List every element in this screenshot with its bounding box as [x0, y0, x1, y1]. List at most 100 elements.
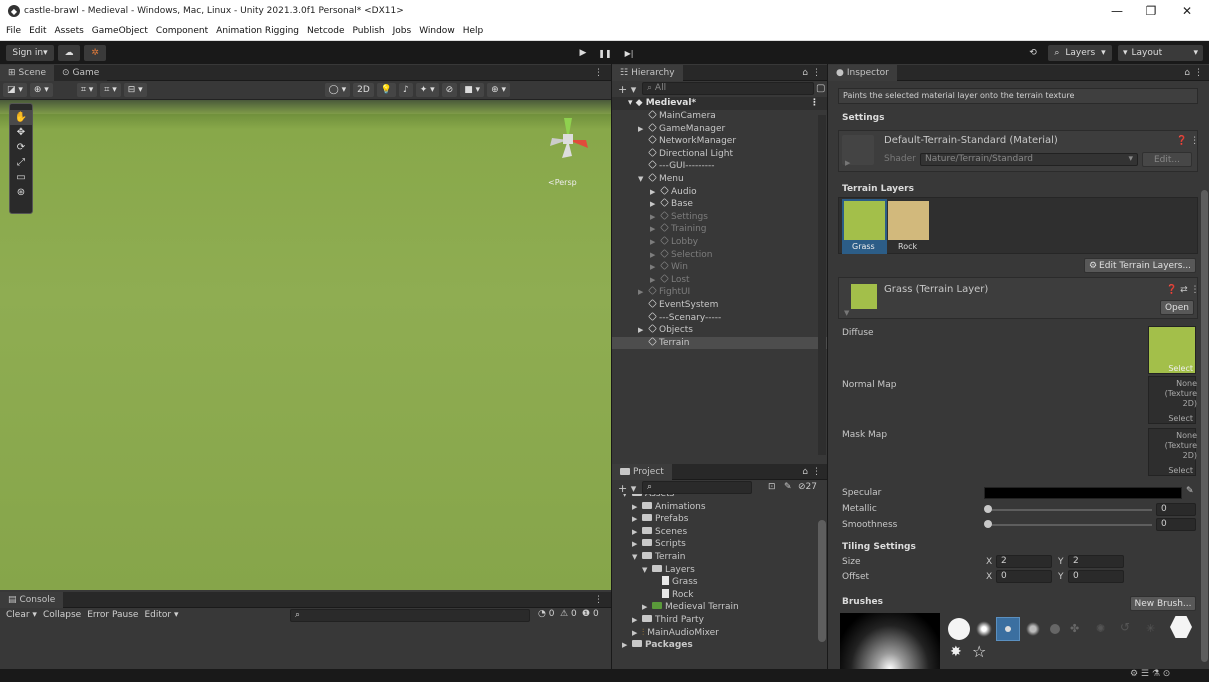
collapse-arrow-icon[interactable]: ▶ [650, 249, 660, 262]
expand-arrow-icon[interactable]: ▼ [632, 551, 642, 564]
expand-arrow-icon[interactable]: ▼ [642, 564, 652, 577]
brush-option-9[interactable]: ✳ [1146, 622, 1155, 635]
hierarchy-item[interactable]: ▼ Menu [612, 173, 827, 186]
brush-star[interactable]: ☆ [972, 642, 986, 661]
collapse-arrow-icon[interactable]: ▶ [642, 601, 652, 614]
brush-circle-soft[interactable] [976, 621, 992, 637]
perspective-label[interactable]: <Persp [548, 178, 577, 187]
step-button[interactable]: ▶| [618, 45, 640, 61]
smoothness-slider[interactable] [986, 524, 1152, 526]
audio-toggle-icon[interactable]: ♪ [398, 83, 413, 97]
more-options-icon[interactable]: ⋮ [812, 68, 821, 78]
hierarchy-item[interactable]: ▶ Selection [612, 248, 827, 262]
hierarchy-item[interactable]: Directional Light [612, 147, 827, 161]
normal-map-slot[interactable]: None (Texture 2D) Select [1148, 376, 1197, 424]
move-tool-icon[interactable]: ✥ [10, 125, 32, 140]
shader-dropdown[interactable]: Nature/Terrain/Standard ▾ [920, 153, 1138, 166]
layers-dropdown[interactable]: ⌕ Layers ▾ [1048, 45, 1112, 61]
layer-options-icon[interactable]: ❓ ⇄ ⋮ [1166, 285, 1199, 295]
hierarchy-item[interactable]: ▶ Settings [612, 210, 827, 224]
size-y-field[interactable]: 2 [1068, 555, 1124, 568]
offset-x-field[interactable]: 0 [996, 570, 1052, 583]
rotate-tool-icon[interactable]: ⟳ [10, 140, 32, 155]
camera-dropdown[interactable]: ■ ▾ [460, 83, 485, 97]
project-search-input[interactable]: ⌕ [642, 481, 752, 494]
hierarchy-item[interactable]: NetworkManager [612, 135, 827, 148]
warning-count[interactable]: ⚠ 0 [560, 609, 577, 619]
transform-tool-icon[interactable]: ⊛ [10, 185, 32, 200]
project-item[interactable]: ▶ ⫶ MainAudioMixer [612, 627, 817, 640]
error-pause-button[interactable]: Error Pause [87, 610, 138, 620]
brush-option-5[interactable] [1050, 624, 1060, 634]
layer-rock[interactable]: Rock [888, 199, 930, 254]
open-button[interactable]: Open [1160, 300, 1194, 315]
gizmos-dropdown[interactable]: ⊕ ▾ [487, 83, 510, 97]
scene-root-row[interactable]: ▾ ◆ Medieval* ⋮ [612, 97, 827, 110]
project-scrollbar[interactable] [818, 520, 826, 642]
layout-dropdown[interactable]: ▾ Layout ▾ [1118, 45, 1203, 61]
history-icon[interactable]: ⟲ [1022, 45, 1044, 61]
menu-help[interactable]: Help [463, 26, 484, 36]
create-button[interactable]: + ▾ [618, 482, 636, 495]
hierarchy-item[interactable]: ▶ Lost [612, 273, 827, 287]
collapse-arrow-icon[interactable]: ▶ [622, 639, 632, 652]
pause-button[interactable]: ❚❚ [596, 45, 614, 61]
hierarchy-scrollbar[interactable] [818, 115, 826, 455]
inspector-scrollbar[interactable] [1201, 190, 1208, 662]
sign-in-button[interactable]: Sign in ▾ [6, 45, 54, 61]
material-name[interactable]: Default-Terrain-Standard (Material) [884, 135, 1058, 146]
edit-shader-button[interactable]: Edit... [1142, 152, 1192, 167]
collapse-arrow-icon[interactable]: ▶ [632, 513, 642, 526]
menu-file[interactable]: File [6, 26, 21, 36]
metallic-value[interactable]: 0 [1156, 503, 1196, 516]
orientation-gizmo-icon[interactable] [544, 112, 592, 164]
project-item[interactable]: ▼ Terrain [612, 551, 817, 564]
tab-hierarchy[interactable]: ☷ Hierarchy [612, 64, 683, 81]
brush-circle-hard[interactable] [948, 618, 970, 640]
menu-window[interactable]: Window [419, 26, 455, 36]
brush-selected[interactable] [996, 617, 1020, 641]
clear-button[interactable]: Clear ▾ [6, 610, 37, 620]
add-button[interactable]: + ▾ [618, 83, 636, 96]
lock-icon[interactable]: ⌂ [802, 68, 808, 78]
help-icon[interactable]: ❓ ⋮ [1176, 136, 1199, 146]
gizmo-dropdown[interactable]: ⊕ ▾ [29, 83, 53, 97]
size-x-field[interactable]: 2 [996, 555, 1052, 568]
menu-component[interactable]: Component [156, 26, 208, 36]
hierarchy-item[interactable]: ▶ GameManager [612, 122, 827, 136]
diffuse-texture-slot[interactable]: Select [1148, 326, 1196, 374]
collapse-arrow-icon[interactable]: ▶ [638, 324, 648, 337]
smoothness-value[interactable]: 0 [1156, 518, 1196, 531]
project-item[interactable]: Grass [612, 576, 817, 589]
menu-netcode[interactable]: Netcode [307, 26, 345, 36]
collapse-button[interactable]: Collapse [43, 610, 81, 620]
collab-icon[interactable]: ✲ [84, 45, 106, 61]
search-by-type-icon[interactable]: ⊡ [768, 482, 776, 492]
collapse-arrow-icon[interactable]: ▶ [632, 614, 642, 627]
metallic-slider-handle[interactable] [984, 505, 992, 513]
menu-assets[interactable]: Assets [55, 26, 84, 36]
collapse-arrow-icon[interactable]: ▶ [650, 236, 660, 249]
diffuse-select-button[interactable]: Select [1166, 364, 1195, 373]
error-count[interactable]: ❶ 0 [582, 609, 599, 619]
close-button[interactable]: ✕ [1170, 0, 1204, 22]
rect-tool-icon[interactable]: ▭ [10, 170, 32, 185]
scene-viewport[interactable] [0, 100, 611, 590]
edit-terrain-layers-button[interactable]: ⚙ Edit Terrain Layers... [1084, 258, 1196, 273]
more-options-icon[interactable]: ⋮ [1194, 68, 1203, 78]
hierarchy-item[interactable]: ▶ Training [612, 223, 827, 236]
collapse-arrow-icon[interactable]: ▶ [632, 627, 642, 640]
tab-console[interactable]: ▤ Console [0, 591, 64, 608]
status-icons[interactable]: ⚙ ☰ ⚗ ⊙ [1130, 669, 1170, 679]
play-button[interactable]: ▶ [574, 45, 592, 61]
lock-icon[interactable]: ⌂ [1184, 68, 1190, 78]
restore-button[interactable]: ❐ [1134, 0, 1168, 22]
hierarchy-item[interactable]: ▶ Base [612, 198, 827, 211]
specular-color-field[interactable] [984, 487, 1182, 499]
project-item[interactable]: ▶ Animations [612, 501, 817, 514]
project-item[interactable]: ▶ Medieval Terrain [612, 601, 817, 614]
hierarchy-item[interactable]: ---GUI--------- [612, 160, 827, 173]
2d-toggle[interactable]: 2D [353, 83, 374, 97]
brush-option-6[interactable]: ✤ [1070, 622, 1079, 635]
scale-tool-icon[interactable]: ⤢ [10, 155, 32, 170]
